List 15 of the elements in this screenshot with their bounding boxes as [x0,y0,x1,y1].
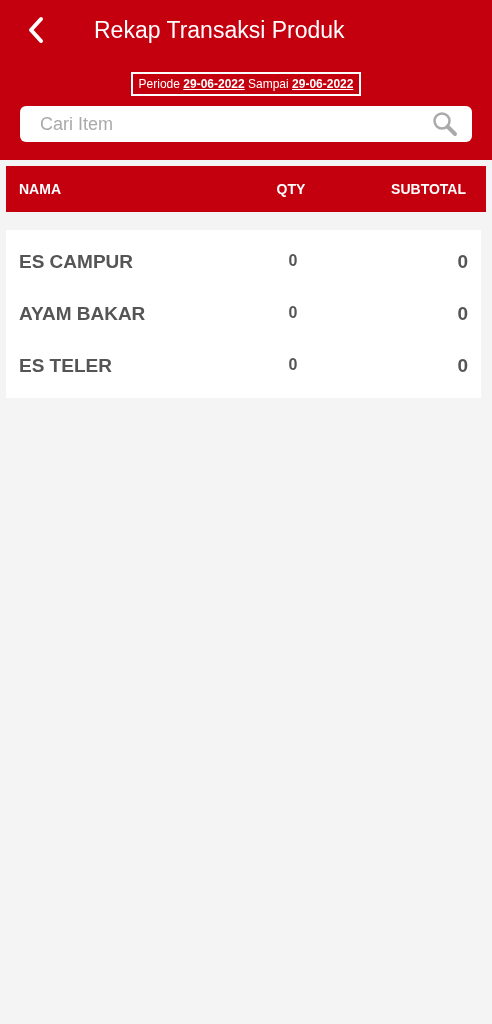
qty-value: 0 [287,304,299,322]
column-header: QTY [275,181,307,197]
product-name: ES CAMPUR [19,251,134,273]
period-text[interactable]: Periode 29-06-2022 Sampai 29-06-2022 [130,72,362,96]
qty-value: 0 [287,252,299,270]
qty-value: 0 [287,356,299,374]
subtotal-value: 0 [456,355,468,377]
search-field[interactable]: Cari Item [20,106,472,142]
product-name: ES TELER [19,355,113,377]
subtotal-value: 0 [456,251,468,273]
page-title: Rekap Transaksi Produk [94,16,345,44]
column-header: NAMA [19,181,62,197]
subtotal-value: 0 [456,303,468,325]
product-name: AYAM BAKAR [19,303,147,325]
column-header: SUBTOTAL [390,181,466,197]
